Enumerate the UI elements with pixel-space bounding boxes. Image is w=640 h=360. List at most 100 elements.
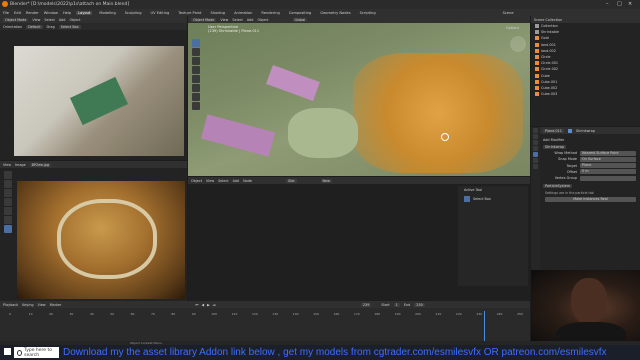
- selected-trees-region: [353, 53, 523, 173]
- play-controls[interactable]: ⏮ ◀ ▶ ⏭: [195, 303, 217, 307]
- annotate-tool-icon[interactable]: [4, 225, 12, 233]
- cursor-tool-icon[interactable]: [192, 48, 200, 56]
- rotate-tool-icon[interactable]: [192, 66, 200, 74]
- add-modifier-dropdown[interactable]: Add Modifier: [543, 138, 636, 142]
- orientation-dropdown[interactable]: Default: [26, 24, 43, 29]
- tab-layout[interactable]: Layout: [76, 10, 93, 15]
- image-selector[interactable]: BP2ew.jpg: [29, 162, 52, 167]
- menu-view[interactable]: View: [3, 163, 11, 167]
- menu-playback[interactable]: Playback: [3, 303, 18, 307]
- menu-add[interactable]: Add: [247, 18, 254, 22]
- tab-shading[interactable]: Shading: [208, 11, 227, 15]
- menu-render[interactable]: Render: [26, 11, 39, 15]
- tab-sculpting[interactable]: Sculpting: [123, 11, 144, 15]
- menu-object[interactable]: Object: [69, 18, 80, 22]
- taskbar-search-input[interactable]: Type here to search: [14, 347, 59, 358]
- cursor-tool-icon[interactable]: [4, 180, 12, 188]
- transform-tool-icon[interactable]: [192, 84, 200, 92]
- mode-dropdown[interactable]: Object Mode: [3, 17, 29, 22]
- menu-view[interactable]: View: [38, 303, 46, 307]
- particles-tab-icon[interactable]: [533, 158, 538, 163]
- menu-node[interactable]: Node: [243, 179, 252, 183]
- menu-view[interactable]: View: [220, 18, 228, 22]
- annotate-tool-icon[interactable]: [192, 93, 200, 101]
- 3d-cursor-icon[interactable]: [441, 133, 449, 141]
- start-frame-field[interactable]: 1: [393, 302, 400, 307]
- select-box-tool-icon[interactable]: [192, 39, 200, 47]
- move-tool-icon[interactable]: [192, 57, 200, 65]
- menu-view[interactable]: View: [32, 18, 40, 22]
- scale-tool-icon[interactable]: [4, 207, 12, 215]
- move-tool-icon[interactable]: [4, 189, 12, 197]
- minimize-icon[interactable]: –: [606, 1, 609, 7]
- output-tab-icon[interactable]: [533, 140, 538, 145]
- windows-start-icon[interactable]: [4, 348, 11, 355]
- make-instances-real-button[interactable]: Make Instances Real: [545, 197, 636, 203]
- measure-tool-icon[interactable]: [192, 102, 200, 110]
- wrap-method-dropdown[interactable]: Nearest Surface Point: [580, 150, 636, 156]
- end-frame-field[interactable]: 250: [414, 302, 425, 307]
- menu-object[interactable]: Object: [257, 18, 268, 22]
- close-icon[interactable]: ×: [628, 1, 632, 7]
- transform-tool-icon[interactable]: [4, 216, 12, 224]
- menu-keying[interactable]: Keying: [22, 303, 33, 307]
- menu-select[interactable]: Select: [232, 18, 242, 22]
- navigation-gizmo[interactable]: [510, 36, 526, 52]
- viewport-canvas[interactable]: [188, 23, 530, 176]
- timeline[interactable]: Playback Keying View Marker ⏮ ◀ ▶ ⏭ 239 …: [0, 301, 530, 341]
- physics-tab-icon[interactable]: [533, 164, 538, 169]
- rotate-tool-icon[interactable]: [4, 198, 12, 206]
- viewport-options[interactable]: Options: [506, 26, 519, 30]
- render-tab-icon[interactable]: [533, 134, 538, 139]
- menu-window[interactable]: Window: [44, 11, 58, 15]
- tool-tab-icon[interactable]: [533, 128, 538, 133]
- menu-view[interactable]: View: [206, 179, 214, 183]
- drag-dropdown[interactable]: Select Box: [58, 24, 81, 29]
- outliner-row[interactable]: Cube.003: [531, 91, 640, 97]
- target-field[interactable]: Plane: [580, 163, 636, 169]
- particle-modifier-header[interactable]: ParticleSystem: [531, 183, 640, 189]
- transform-orientation-dropdown[interactable]: Global: [292, 17, 308, 22]
- tab-scripting[interactable]: Scripting: [358, 11, 378, 15]
- menu-edit[interactable]: Edit: [14, 11, 21, 15]
- menu-select[interactable]: Select: [218, 179, 228, 183]
- tab-geometry-nodes[interactable]: Geometry Nodes: [318, 11, 352, 15]
- 3d-viewport[interactable]: Object Mode View Select Add Object Globa…: [188, 16, 530, 176]
- scene-selector[interactable]: Scene: [503, 11, 514, 15]
- tab-texture-paint[interactable]: Texture Paint: [176, 11, 203, 15]
- viewport-mode-dropdown[interactable]: Object Mode: [191, 17, 217, 22]
- menu-add[interactable]: Add: [59, 18, 66, 22]
- select-box-option[interactable]: Select Box: [458, 194, 528, 204]
- menu-add[interactable]: Add: [233, 179, 240, 183]
- tab-animation[interactable]: Animation: [232, 11, 254, 15]
- snap-mode-dropdown[interactable]: On Surface: [580, 156, 636, 162]
- pale-trees-region: [288, 108, 358, 158]
- menu-object[interactable]: Object: [191, 179, 202, 183]
- new-material-button[interactable]: New: [320, 178, 332, 183]
- vertex-group-row[interactable]: Vertex Group: [531, 175, 640, 181]
- object-name[interactable]: Plane.011: [543, 128, 564, 133]
- scene-tab-icon[interactable]: [533, 146, 538, 151]
- offset-field[interactable]: 0 m: [580, 169, 636, 175]
- tab-uv-editing[interactable]: UV Editing: [149, 11, 172, 15]
- playhead[interactable]: [484, 311, 485, 341]
- tab-modeling[interactable]: Modeling: [97, 11, 117, 15]
- vertex-group-field[interactable]: [580, 175, 636, 181]
- tab-rendering[interactable]: Rendering: [259, 11, 281, 15]
- current-frame-field[interactable]: 239: [360, 302, 372, 307]
- stadium-field: [70, 76, 128, 126]
- menu-image[interactable]: Image: [15, 163, 26, 167]
- node-editor[interactable]: Object View Select Add Node Slot New Act…: [188, 177, 530, 301]
- select-tool-icon[interactable]: [4, 171, 12, 179]
- modifier-tab-icon[interactable]: [533, 152, 538, 157]
- menu-select[interactable]: Select: [44, 18, 54, 22]
- modifier-name-field[interactable]: Shrinkwrap: [543, 145, 567, 150]
- menu-file[interactable]: File: [3, 11, 9, 15]
- menu-help[interactable]: Help: [63, 11, 71, 15]
- maximize-icon[interactable]: □: [617, 1, 622, 7]
- menu-marker[interactable]: Marker: [50, 303, 62, 307]
- active-object-label: (239) Shrinkable | Plane.011: [208, 29, 260, 33]
- slot-dropdown[interactable]: Slot: [286, 178, 297, 183]
- tab-compositing[interactable]: Compositing: [287, 11, 314, 15]
- scale-tool-icon[interactable]: [192, 75, 200, 83]
